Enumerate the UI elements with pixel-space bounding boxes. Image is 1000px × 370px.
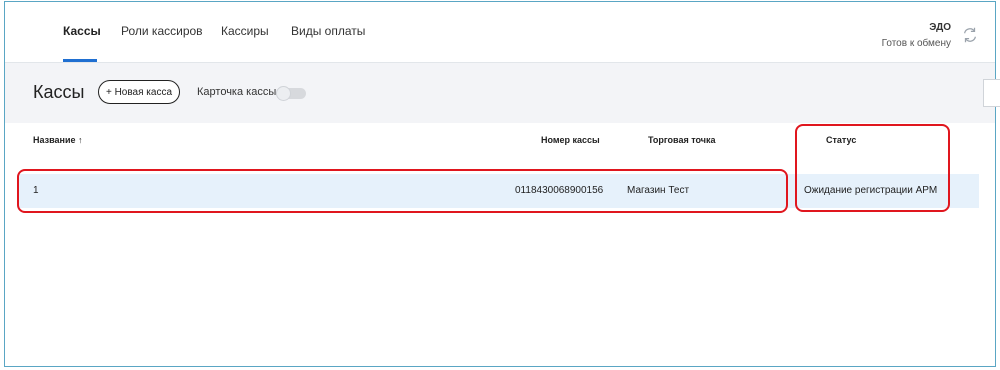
column-store[interactable]: Торговая точка <box>648 135 716 145</box>
column-name[interactable]: Название ↑ <box>33 135 82 145</box>
card-toggle[interactable] <box>276 86 306 101</box>
card-toggle-label: Карточка кассы <box>197 86 277 98</box>
page-header: Кассы + Новая касса Карточка кассы <box>5 63 1000 123</box>
toggle-knob <box>276 86 291 101</box>
tab-cashier-roles[interactable]: Роли кассиров <box>121 24 203 38</box>
column-number[interactable]: Номер кассы <box>541 135 600 145</box>
new-kassa-button[interactable]: + Новая касса <box>98 80 180 104</box>
app-window: Кассы Роли кассиров Кассиры Виды оплаты … <box>4 1 1000 367</box>
tab-kassy[interactable]: Кассы <box>63 24 101 38</box>
edo-status: Готов к обмену <box>881 38 951 49</box>
active-tab-indicator <box>63 59 97 62</box>
search-input[interactable] <box>983 79 1000 107</box>
highlight-status-box <box>795 124 950 212</box>
page-title: Кассы <box>33 82 85 102</box>
edo-title: ЭДО <box>929 22 951 33</box>
highlight-row-box <box>17 169 788 213</box>
tab-payment-types[interactable]: Виды оплаты <box>291 24 365 38</box>
top-navigation: Кассы Роли кассиров Кассиры Виды оплаты … <box>5 2 995 63</box>
sync-icon[interactable] <box>961 26 979 44</box>
tab-cashiers[interactable]: Кассиры <box>221 24 269 38</box>
